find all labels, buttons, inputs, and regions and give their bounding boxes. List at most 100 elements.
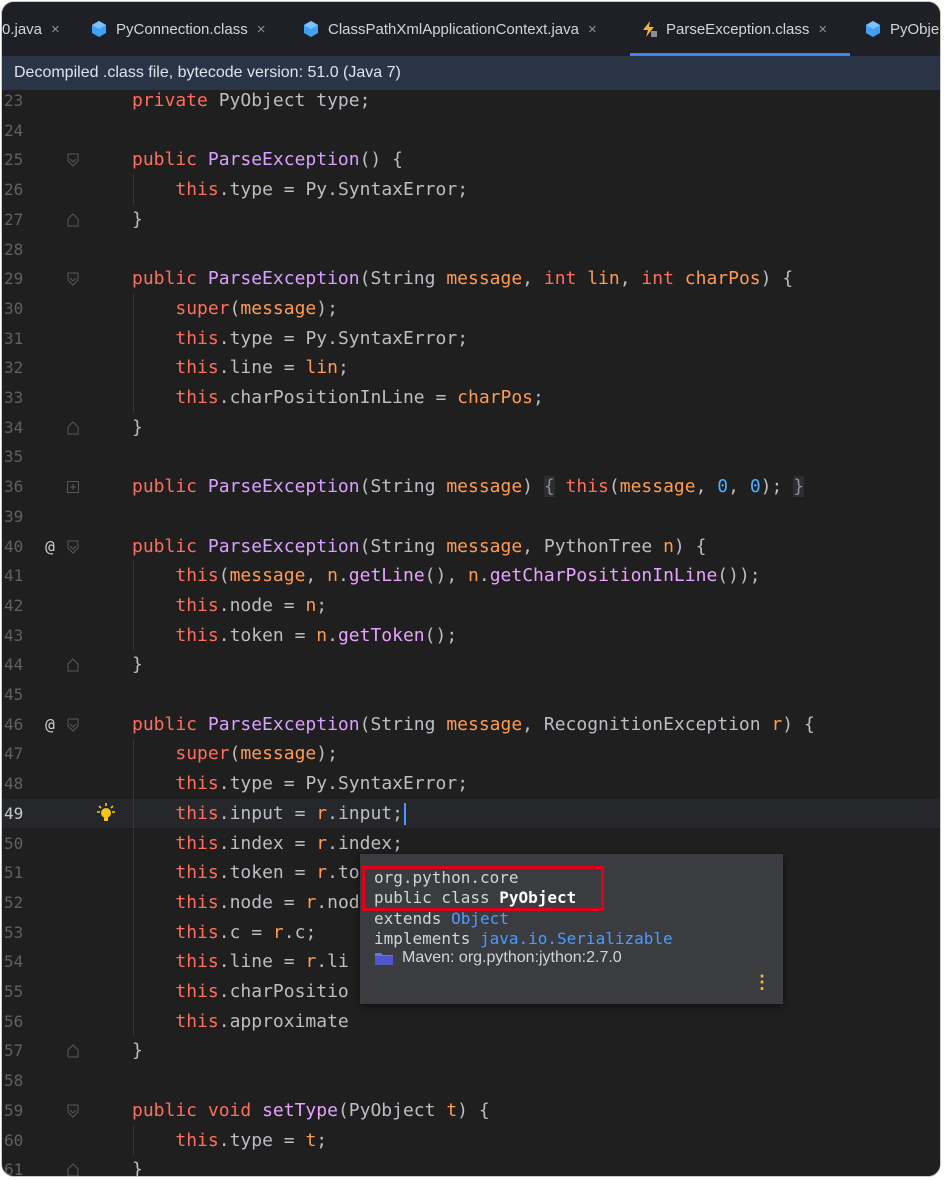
line-number: 50 bbox=[4, 833, 24, 853]
line-number: 32 bbox=[4, 358, 24, 378]
line-number: 61 bbox=[4, 1160, 24, 1176]
code-token: } bbox=[132, 1040, 143, 1062]
code-line[interactable]: 26 this.type = Py.SyntaxError; bbox=[2, 175, 940, 205]
code-token: } bbox=[132, 416, 143, 438]
tab-close-icon[interactable]: × bbox=[588, 21, 597, 38]
override-marker-icon[interactable]: @ bbox=[40, 532, 60, 562]
type-token: PythonTree bbox=[543, 535, 653, 557]
code-line[interactable]: 30 super(message); bbox=[2, 293, 940, 324]
code-line[interactable]: 49 this.input = r.input; bbox=[2, 798, 940, 829]
fold-end-icon[interactable] bbox=[66, 1044, 80, 1058]
tab-0-java[interactable]: 0.java × bbox=[2, 2, 60, 56]
line-number: 51 bbox=[4, 863, 24, 883]
fold-expand-icon[interactable] bbox=[66, 480, 80, 494]
fold-end-icon[interactable] bbox=[66, 1163, 80, 1176]
tab-close-icon[interactable]: × bbox=[818, 21, 827, 38]
code-line[interactable]: 60 this.type = t; bbox=[2, 1125, 940, 1156]
code-line[interactable]: 34} bbox=[2, 413, 940, 443]
lightbulb-icon[interactable] bbox=[94, 802, 118, 826]
popup-declaration: public class PyObject bbox=[374, 888, 576, 907]
line-code: public ParseException() { bbox=[132, 145, 403, 175]
code-line[interactable]: 46 @ public ParseException(String message,… bbox=[2, 710, 940, 740]
code-line[interactable]: 57} bbox=[2, 1036, 940, 1066]
popup-extends-link[interactable]: Object bbox=[451, 909, 509, 928]
line-number: 57 bbox=[4, 1041, 24, 1061]
folded-region-token[interactable]: { bbox=[543, 476, 555, 498]
fold-end-icon[interactable] bbox=[66, 420, 80, 435]
code-line[interactable]: 61} bbox=[2, 1155, 940, 1176]
code-line[interactable]: 58 bbox=[2, 1066, 940, 1096]
popup-implements: implements java.io.Serializable bbox=[374, 929, 673, 948]
line-code: public void setType(PyObject t) { bbox=[132, 1096, 490, 1126]
keyword-token: this bbox=[175, 862, 219, 884]
number-token: 0 bbox=[717, 476, 729, 498]
tab-parseexception-class[interactable]: ParseException.class × bbox=[630, 2, 850, 56]
code-line[interactable]: 41 this(message, n.getLine(), n.getCharP… bbox=[2, 561, 940, 591]
banner-text: Decompiled .class file, bytecode version… bbox=[14, 64, 401, 81]
tab-close-icon[interactable]: × bbox=[51, 21, 60, 38]
keyword-token: this bbox=[175, 802, 219, 824]
code-line[interactable]: 43 this.token = n.getToken(); bbox=[2, 620, 940, 651]
parameter-token: t bbox=[305, 1129, 317, 1151]
code-line[interactable]: 29 public ParseException(String message, … bbox=[2, 264, 940, 294]
code-line[interactable]: 32 this.line = lin; bbox=[2, 353, 940, 383]
override-marker-icon[interactable]: @ bbox=[40, 710, 60, 740]
code-line[interactable]: 48 this.type = Py.SyntaxError; bbox=[2, 769, 940, 799]
code-line[interactable]: 47 super(message); bbox=[2, 739, 940, 770]
code-token: . bbox=[478, 565, 490, 587]
code-line[interactable]: 31 this.type = Py.SyntaxError; bbox=[2, 323, 940, 354]
code-line[interactable]: 45 bbox=[2, 680, 940, 710]
keyword-token: public bbox=[132, 713, 198, 735]
line-number: 34 bbox=[4, 417, 24, 437]
fold-end-icon[interactable] bbox=[66, 658, 80, 672]
more-options-icon[interactable]: ⋮ bbox=[753, 972, 771, 993]
field-token: type bbox=[229, 773, 273, 795]
code-line[interactable]: 36 public ParseException(String message) … bbox=[2, 472, 940, 502]
code-line[interactable]: 24 bbox=[2, 116, 940, 146]
fold-collapse-icon[interactable] bbox=[66, 153, 80, 168]
field-token: input bbox=[337, 802, 393, 824]
fold-end-icon[interactable] bbox=[66, 213, 80, 227]
code-token: ; bbox=[392, 832, 403, 854]
tab-pyobje[interactable]: PyObje bbox=[864, 2, 939, 56]
code-line[interactable]: 28 bbox=[2, 235, 940, 265]
tab-classpathxmlapplicationcontext-java[interactable]: ClassPathXmlApplicationContext.java × bbox=[302, 2, 597, 56]
code-line[interactable]: 56 this.approximate bbox=[2, 1006, 940, 1037]
line-code: } bbox=[132, 1155, 143, 1176]
keyword-token: super bbox=[175, 743, 230, 765]
code-line[interactable]: 25 public ParseException() { bbox=[2, 145, 940, 175]
line-number: 47 bbox=[4, 744, 24, 764]
code-line[interactable]: 59 public void setType(PyObject t) { bbox=[2, 1096, 940, 1126]
field-token: token bbox=[229, 862, 284, 884]
tab-pyconnection-class[interactable]: PyConnection.class × bbox=[90, 2, 266, 56]
code-line[interactable]: 44} bbox=[2, 650, 940, 680]
fold-collapse-icon[interactable] bbox=[66, 272, 80, 286]
code-line[interactable]: 35 bbox=[2, 442, 940, 472]
type-token: Py bbox=[305, 327, 328, 349]
code-line[interactable]: 27} bbox=[2, 205, 940, 235]
code-line[interactable]: 33 this.charPositionInLine = charPos; bbox=[2, 383, 940, 413]
code-editor[interactable]: 23 private PyObject type; 24 25 public Parse… bbox=[2, 90, 940, 1176]
fold-collapse-icon[interactable] bbox=[66, 540, 80, 554]
tab-close-icon[interactable]: × bbox=[257, 21, 266, 38]
tab-label: PyObje bbox=[890, 20, 940, 38]
code-line[interactable]: 42 this.node = n; bbox=[2, 590, 940, 621]
folded-region-token[interactable]: } bbox=[793, 476, 805, 498]
code-line[interactable]: 40 @ public ParseException(String message,… bbox=[2, 532, 940, 562]
popup-library-text: Maven: org.python:jython:2.7.0 bbox=[402, 949, 622, 966]
code-line[interactable]: 23 private PyObject type; bbox=[2, 90, 940, 116]
line-number: 42 bbox=[4, 595, 24, 615]
parameter-token: message bbox=[240, 743, 317, 765]
fold-collapse-icon[interactable] bbox=[66, 718, 80, 732]
popup-implements-link[interactable]: java.io.Serializable bbox=[480, 929, 673, 948]
line-number: 55 bbox=[4, 982, 24, 1001]
fold-collapse-icon[interactable] bbox=[66, 1104, 80, 1118]
code-line[interactable]: 39 bbox=[2, 502, 940, 532]
